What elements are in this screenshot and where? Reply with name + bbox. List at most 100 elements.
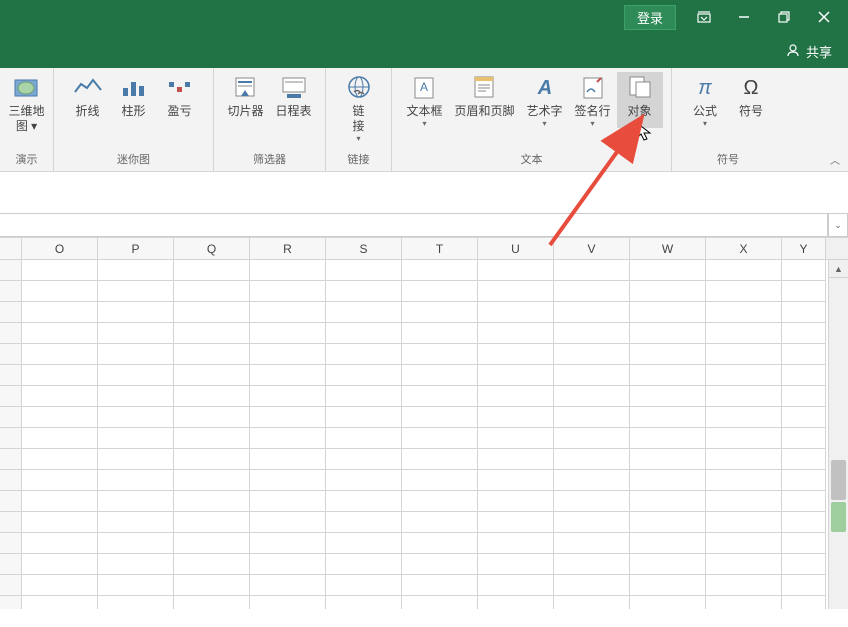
col-header[interactable]: Q xyxy=(174,238,250,259)
row-header[interactable] xyxy=(0,470,22,491)
col-header[interactable]: X xyxy=(706,238,782,259)
col-header-corner[interactable] xyxy=(0,238,22,259)
cell[interactable] xyxy=(478,596,554,609)
cell[interactable] xyxy=(98,596,174,609)
cell[interactable] xyxy=(402,344,478,365)
row-header[interactable] xyxy=(0,281,22,302)
cell[interactable] xyxy=(402,407,478,428)
row-header[interactable] xyxy=(0,386,22,407)
col-header[interactable]: T xyxy=(402,238,478,259)
cell[interactable] xyxy=(630,344,706,365)
cell[interactable] xyxy=(402,533,478,554)
cell[interactable] xyxy=(478,512,554,533)
wordart-button[interactable]: A 艺术字 ▾ xyxy=(521,72,569,128)
cell[interactable] xyxy=(402,260,478,281)
cell[interactable] xyxy=(326,491,402,512)
cell[interactable] xyxy=(630,323,706,344)
cell[interactable] xyxy=(402,596,478,609)
cell[interactable] xyxy=(250,386,326,407)
cell[interactable] xyxy=(98,554,174,575)
cell[interactable] xyxy=(630,281,706,302)
cell[interactable] xyxy=(630,470,706,491)
cell[interactable] xyxy=(250,344,326,365)
3d-map-button[interactable]: 三维地 图 ▾ xyxy=(2,72,50,134)
cell[interactable] xyxy=(174,533,250,554)
cell[interactable] xyxy=(782,344,826,365)
cell[interactable] xyxy=(326,449,402,470)
cell[interactable] xyxy=(554,575,630,596)
cell[interactable] xyxy=(22,554,98,575)
cell[interactable] xyxy=(22,449,98,470)
ribbon-display-icon[interactable] xyxy=(684,3,724,31)
cell[interactable] xyxy=(782,554,826,575)
cell[interactable] xyxy=(98,470,174,491)
cell[interactable] xyxy=(98,344,174,365)
cell[interactable] xyxy=(174,554,250,575)
cell[interactable] xyxy=(174,575,250,596)
cell[interactable] xyxy=(326,260,402,281)
cell[interactable] xyxy=(250,260,326,281)
cell[interactable] xyxy=(706,470,782,491)
cell[interactable] xyxy=(250,428,326,449)
cell[interactable] xyxy=(402,449,478,470)
minimize-icon[interactable] xyxy=(724,3,764,31)
login-button[interactable]: 登录 xyxy=(624,5,676,30)
row-header[interactable] xyxy=(0,428,22,449)
cell[interactable] xyxy=(174,449,250,470)
row-header[interactable] xyxy=(0,323,22,344)
cell[interactable] xyxy=(554,323,630,344)
cell[interactable] xyxy=(478,470,554,491)
cell[interactable] xyxy=(478,260,554,281)
cell[interactable] xyxy=(250,512,326,533)
symbol-button[interactable]: Ω 符号 xyxy=(728,72,774,128)
cell[interactable] xyxy=(782,407,826,428)
cell[interactable] xyxy=(630,512,706,533)
cell[interactable] xyxy=(402,554,478,575)
row-header[interactable] xyxy=(0,554,22,575)
cell[interactable] xyxy=(326,407,402,428)
cell[interactable] xyxy=(326,281,402,302)
row-header[interactable] xyxy=(0,449,22,470)
textbox-button[interactable]: A 文本框 ▾ xyxy=(400,72,448,128)
cell[interactable] xyxy=(554,554,630,575)
row-header[interactable] xyxy=(0,512,22,533)
cell[interactable] xyxy=(554,260,630,281)
cell[interactable] xyxy=(98,449,174,470)
signature-button[interactable]: 签名行 ▾ xyxy=(569,72,617,128)
cell[interactable] xyxy=(630,491,706,512)
sparkline-column-button[interactable]: 柱形 xyxy=(111,72,157,119)
cell[interactable] xyxy=(478,533,554,554)
grid-cells[interactable] xyxy=(0,260,828,609)
cell[interactable] xyxy=(630,596,706,609)
cell[interactable] xyxy=(782,260,826,281)
cell[interactable] xyxy=(782,491,826,512)
cell[interactable] xyxy=(98,407,174,428)
cell[interactable] xyxy=(22,470,98,491)
cell[interactable] xyxy=(98,386,174,407)
cell[interactable] xyxy=(782,575,826,596)
scroll-thumb[interactable] xyxy=(831,460,846,500)
cell[interactable] xyxy=(782,281,826,302)
row-header[interactable] xyxy=(0,407,22,428)
cell[interactable] xyxy=(554,386,630,407)
col-header[interactable]: R xyxy=(250,238,326,259)
cell[interactable] xyxy=(706,575,782,596)
equation-button[interactable]: π 公式 ▾ xyxy=(682,72,728,128)
cell[interactable] xyxy=(250,302,326,323)
cell[interactable] xyxy=(478,491,554,512)
cell[interactable] xyxy=(174,596,250,609)
cell[interactable] xyxy=(554,449,630,470)
cell[interactable] xyxy=(250,323,326,344)
cell[interactable] xyxy=(630,302,706,323)
cell[interactable] xyxy=(554,281,630,302)
cell[interactable] xyxy=(782,470,826,491)
cell[interactable] xyxy=(402,323,478,344)
cell[interactable] xyxy=(706,533,782,554)
sparkline-line-button[interactable]: 折线 xyxy=(65,72,111,119)
cell[interactable] xyxy=(554,428,630,449)
collapse-ribbon-icon[interactable]: ︿ xyxy=(830,152,840,167)
formula-expand-icon[interactable]: ⌄ xyxy=(828,213,848,237)
scroll-up-icon[interactable]: ▲ xyxy=(829,260,848,278)
cell[interactable] xyxy=(706,596,782,609)
cell[interactable] xyxy=(402,512,478,533)
